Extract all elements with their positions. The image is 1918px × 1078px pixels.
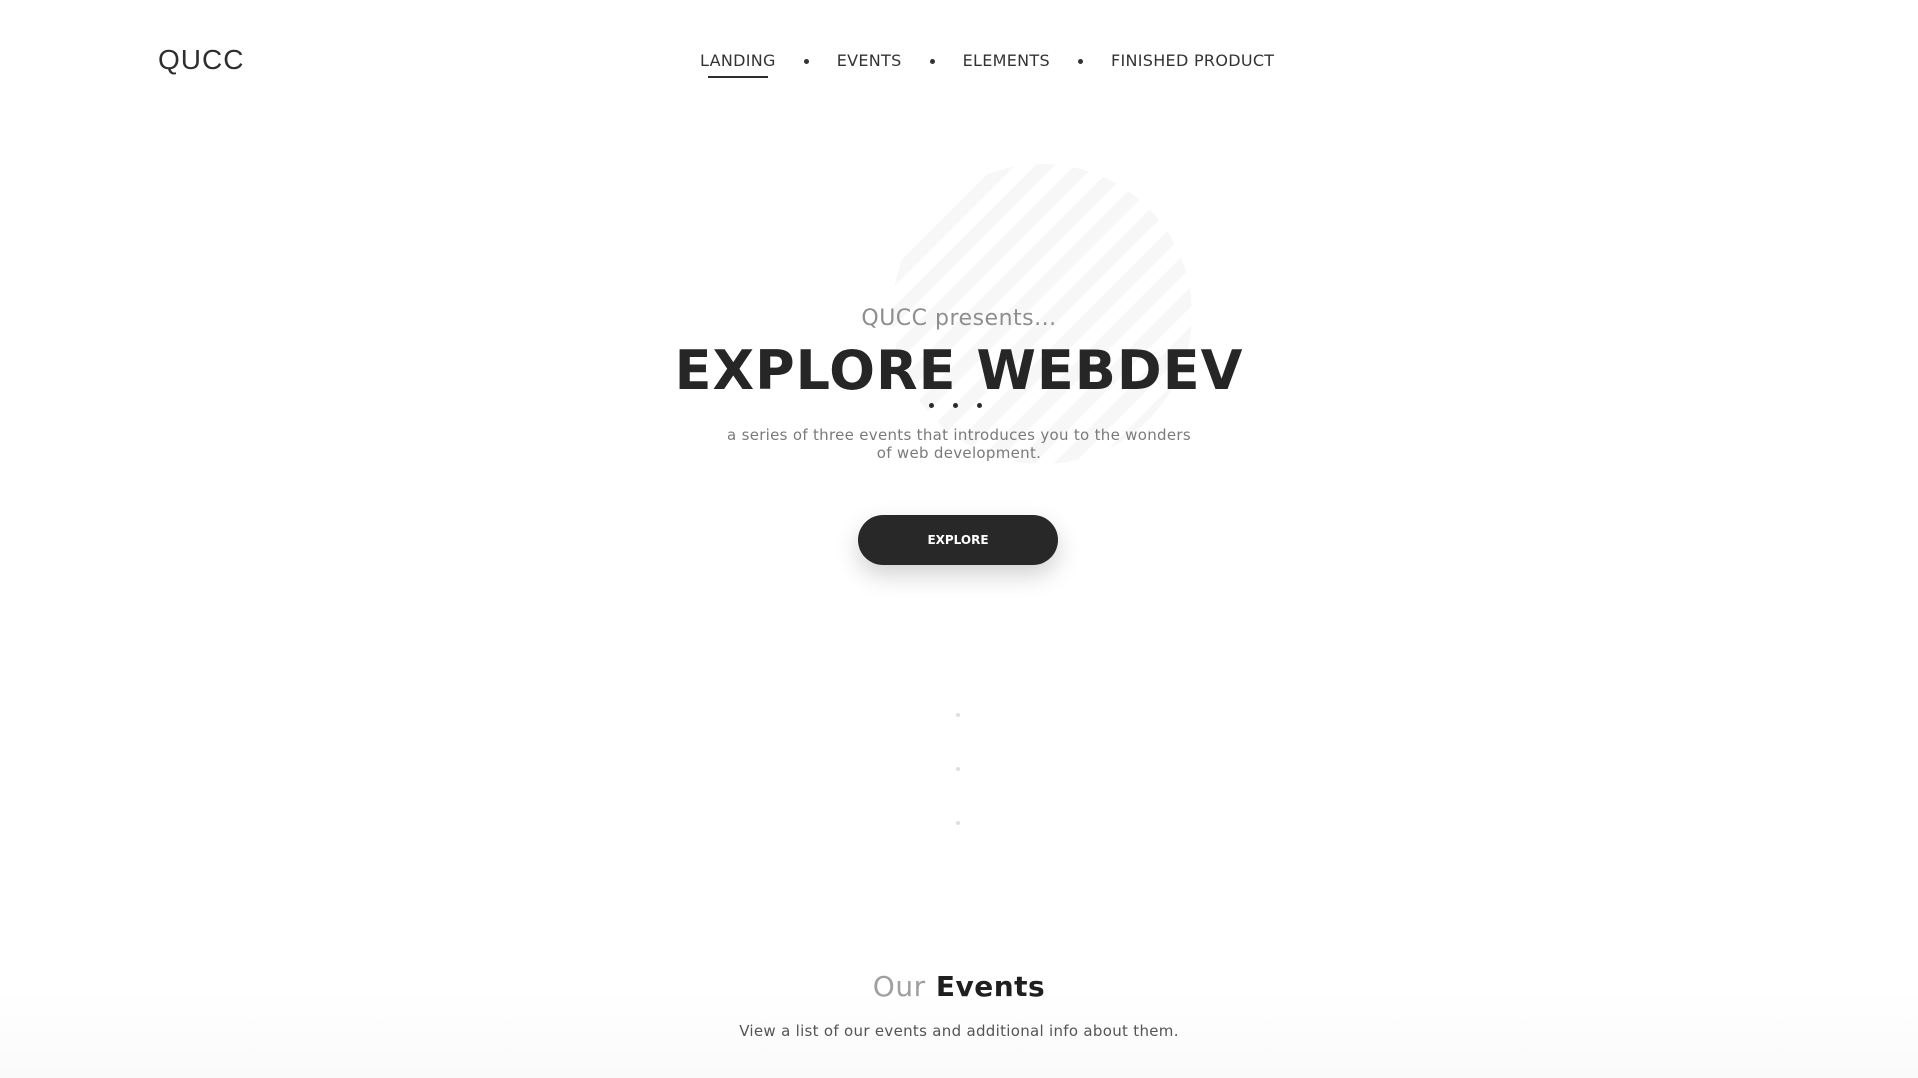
scroll-indicator <box>956 713 960 875</box>
events-section-subtitle: View a list of our events and additional… <box>739 1022 1179 1040</box>
scroll-dot <box>956 821 960 825</box>
explore-button[interactable]: EXPLORE <box>858 515 1058 565</box>
landing-page: QUCC LANDING EVENTS ELEMENTS FINISHED PR… <box>0 0 1918 1078</box>
nav-separator-dot <box>929 58 935 64</box>
events-title-bold: Events <box>935 970 1046 1003</box>
scroll-dot <box>956 713 960 717</box>
nav-item-elements[interactable]: ELEMENTS <box>963 51 1050 71</box>
nav-item-landing[interactable]: LANDING <box>700 51 776 78</box>
divider-dot <box>929 403 934 408</box>
site-logo[interactable]: QUCC <box>158 44 244 76</box>
hero-divider-dots <box>929 403 982 408</box>
hero-title: EXPLORE WEBDEV <box>674 339 1244 402</box>
divider-dot <box>953 403 958 408</box>
nav-separator-dot <box>1077 58 1083 64</box>
events-section-title: Our Events <box>0 970 1918 1003</box>
nav-item-events[interactable]: EVENTS <box>837 51 902 71</box>
nav-separator-dot <box>803 58 809 64</box>
nav-item-finished-product[interactable]: FINISHED PRODUCT <box>1111 51 1274 71</box>
events-title-light: Our <box>872 970 926 1003</box>
main-nav: LANDING EVENTS ELEMENTS FINISHED PRODUCT <box>700 51 1274 78</box>
divider-dot <box>977 403 982 408</box>
hero-pre-title: QUCC presents... <box>861 306 1057 331</box>
hero-subtitle: a series of three events that introduces… <box>727 426 1191 462</box>
scroll-dot <box>956 767 960 771</box>
